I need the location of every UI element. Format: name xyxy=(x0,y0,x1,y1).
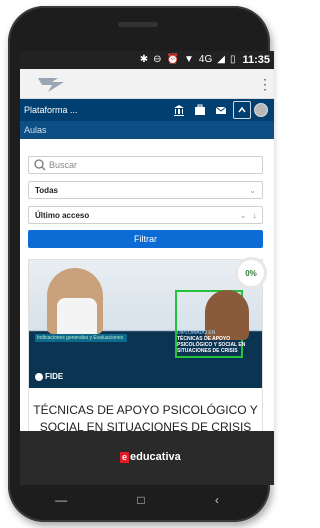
bluetooth-icon: ✱ xyxy=(139,54,149,65)
do-not-disturb-icon: ⊖ xyxy=(153,54,162,65)
collapse-up-icon[interactable] xyxy=(233,101,251,119)
briefcase-icon[interactable] xyxy=(191,101,209,119)
phone-frame: ✱ ⊖ ⏰ ▼ 4G ◢ ▯ 11:35 ⋮ Plataforma ... Au… xyxy=(0,0,276,528)
banner-org-logo: FIDE xyxy=(35,372,63,381)
nav-title[interactable]: Plataforma ... xyxy=(20,105,170,115)
banner-label: Indicaciones generales y Evaluaciones xyxy=(35,334,127,342)
banner-title-main: TÉCNICAS DE APOYO PSICOLÓGICO Y SOCIAL E… xyxy=(177,336,246,354)
brand-footer: e educativa xyxy=(20,431,274,485)
phone-speaker xyxy=(118,22,158,27)
status-bar: ✱ ⊖ ⏰ ▼ 4G ◢ ▯ 11:35 xyxy=(20,51,274,69)
status-time: 11:35 xyxy=(242,54,270,66)
category-select[interactable]: Todas ⌄ xyxy=(28,181,263,199)
alarm-icon: ⏰ xyxy=(166,54,179,65)
sort-direction-icon[interactable]: ↓ xyxy=(253,210,258,220)
sort-select[interactable]: Último acceso ⌄ ↓ xyxy=(28,206,263,224)
filter-button[interactable]: Filtrar xyxy=(28,230,263,248)
chevron-down-icon: ⌄ xyxy=(239,210,247,220)
signal-icon: ◢ xyxy=(217,54,225,65)
more-options-icon[interactable]: ⋮ xyxy=(258,74,272,94)
banner-photo-person xyxy=(47,268,103,334)
sort-value: Último acceso xyxy=(35,210,90,220)
top-nav: Plataforma ... xyxy=(20,99,274,121)
banner-title: DIPLOMADO EN TÉCNICAS DE APOYO PSICOLÓGI… xyxy=(177,330,257,362)
search-icon xyxy=(34,159,46,171)
avatar[interactable] xyxy=(254,103,268,117)
wifi-icon: ▼ xyxy=(184,54,194,65)
menu-key-icon[interactable]: — xyxy=(55,493,67,507)
network-type: 4G xyxy=(198,54,213,65)
org-logo-icon xyxy=(35,372,43,381)
back-key-icon[interactable]: ‹ xyxy=(215,493,219,507)
search-placeholder: Buscar xyxy=(49,160,78,170)
institution-icon[interactable] xyxy=(170,101,188,119)
android-nav-bar: — □ ‹ xyxy=(20,485,254,515)
app-logo-icon xyxy=(38,78,64,92)
category-value: Todas xyxy=(35,185,58,195)
course-banner[interactable]: Indicaciones generales y Evaluaciones DI… xyxy=(29,260,262,388)
app-header: ⋮ xyxy=(20,69,274,99)
breadcrumb[interactable]: Aulas xyxy=(20,121,274,139)
search-input[interactable]: Buscar xyxy=(28,156,263,174)
brand-mark-icon: e xyxy=(120,451,129,463)
brand-name: educativa xyxy=(130,451,181,463)
chevron-down-icon: ⌄ xyxy=(249,185,256,195)
brand-logo: e educativa xyxy=(120,451,181,463)
progress-indicator: 0% xyxy=(235,257,267,289)
home-key-icon[interactable]: □ xyxy=(137,493,144,507)
screen: ✱ ⊖ ⏰ ▼ 4G ◢ ▯ 11:35 ⋮ Plataforma ... Au… xyxy=(20,51,274,485)
mail-icon[interactable] xyxy=(212,101,230,119)
battery-icon: ▯ xyxy=(229,54,236,65)
banner-org: FIDE xyxy=(45,372,64,381)
